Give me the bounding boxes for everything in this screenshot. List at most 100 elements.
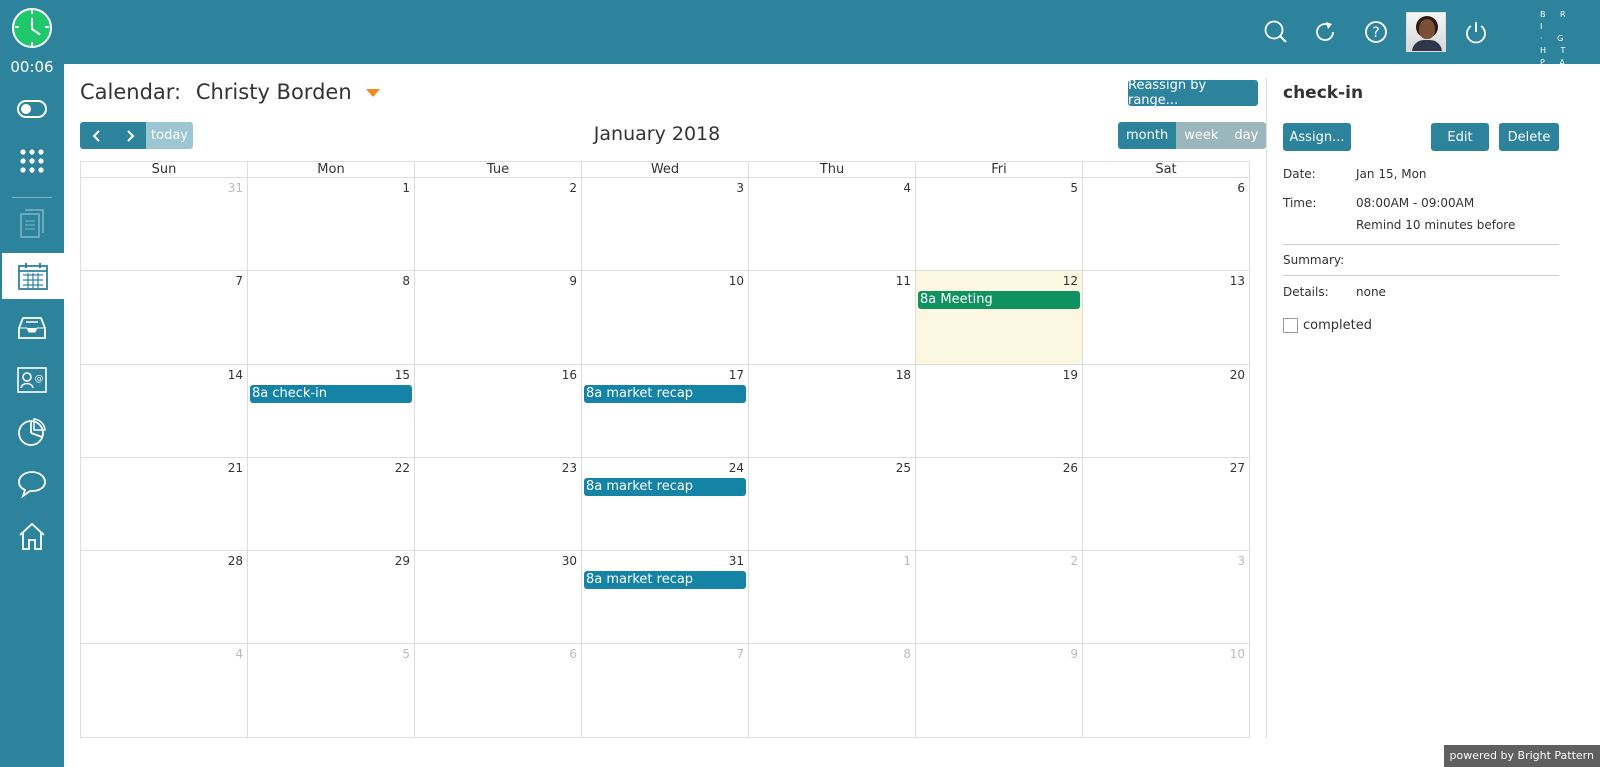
day-cell[interactable]: 7 [81,271,248,365]
calendar-event[interactable]: 8a market recap [584,384,746,403]
documents-icon[interactable] [0,201,64,247]
powered-by-footer: powered by Bright Pattern [1443,745,1600,767]
day-cell[interactable]: 9 [916,644,1083,738]
day-number: 21 [227,460,243,475]
day-number: 5 [402,647,410,662]
inbox-icon[interactable] [0,305,64,351]
day-cell[interactable]: 31 [81,178,248,272]
day-number: 11 [895,274,911,289]
day-cell[interactable]: 12 8a Meeting [916,271,1083,365]
edit-button[interactable]: Edit [1431,123,1489,151]
dialpad-icon[interactable] [0,138,64,184]
day-cell[interactable]: 23 [415,457,582,552]
completed-checkbox[interactable] [1283,318,1298,333]
session-timer: 00:06 [10,58,54,76]
day-cell[interactable]: 8 [749,644,916,738]
refresh-icon[interactable] [1306,12,1346,52]
day-cell[interactable]: 27 [1083,457,1250,552]
day-cell[interactable]: 1 [248,178,415,272]
day-number: 18 [895,367,911,382]
details-label: Details: [1283,285,1329,299]
day-number: 30 [561,554,577,569]
day-cell[interactable]: 8 [248,271,415,365]
day-cell[interactable]: 1 [749,551,916,645]
contacts-icon[interactable]: @ [0,357,64,403]
weekday-label: Thu [749,162,916,178]
svg-text:@: @ [35,374,44,384]
day-cell[interactable]: 6 [415,644,582,738]
day-cell[interactable]: 5 [916,178,1083,272]
chat-icon[interactable] [0,461,64,507]
day-cell[interactable]: 11 [749,271,916,365]
day-cell[interactable]: 4 [81,644,248,738]
day-cell[interactable]: 22 [248,457,415,552]
day-number: 19 [1062,367,1078,382]
calendar-event[interactable]: 8a market recap [584,571,746,590]
day-cell[interactable]: 20 [1083,364,1250,458]
assign-button[interactable]: Assign... [1283,123,1351,151]
home-icon[interactable] [0,513,64,559]
week-row: 4 5 6 7 8 9 10 [81,644,1250,738]
day-cell[interactable]: 2 [916,551,1083,645]
day-cell[interactable]: 24 8a market recap [582,457,749,552]
day-cell[interactable]: 30 [415,551,582,645]
day-cell[interactable]: 28 [81,551,248,645]
day-number: 4 [235,647,243,662]
day-cell[interactable]: 6 [1083,178,1250,272]
day-cell[interactable]: 3 [582,178,749,272]
day-cell[interactable]: 26 [916,457,1083,552]
reports-icon[interactable] [0,409,64,455]
day-cell[interactable]: 2 [415,178,582,272]
day-cell[interactable]: 5 [248,644,415,738]
day-cell[interactable]: 14 [81,364,248,458]
search-icon[interactable] [1256,12,1296,52]
status-toggle-icon[interactable] [0,86,64,132]
day-cell[interactable]: 15 8a check-in [248,364,415,458]
day-cell[interactable]: 16 [415,364,582,458]
day-cell[interactable]: 10 [1083,644,1250,738]
day-cell[interactable]: 3 [1083,551,1250,645]
day-number: 29 [394,554,410,569]
calendar-owner[interactable]: Christy Borden [196,80,352,104]
day-number: 3 [736,181,744,195]
reassign-by-range-button[interactable]: Reassign by range... [1128,78,1258,108]
left-sidebar: @ 00:06 [0,58,64,767]
day-number: 3 [1237,554,1245,569]
calendar-event[interactable]: 8a market recap [584,477,746,496]
details-value: none [1356,285,1386,299]
day-cell[interactable]: 10 [582,271,749,365]
day-cell[interactable]: 4 [749,178,916,272]
day-cell[interactable]: 13 [1083,271,1250,365]
week-row: 28 29 30 31 8a market recap 1 2 3 [81,551,1250,645]
calendar-icon[interactable] [2,253,64,299]
day-number: 16 [561,367,577,382]
day-number: 6 [569,647,577,662]
sidebar-divider [12,197,52,198]
calendar-event[interactable]: 8a Meeting [918,291,1080,310]
view-day-button[interactable]: day [1226,122,1267,149]
view-month-button[interactable]: month [1118,122,1177,149]
avatar[interactable] [1406,12,1446,52]
delete-button[interactable]: Delete [1499,123,1559,151]
day-cell[interactable]: 25 [749,457,916,552]
power-icon[interactable] [1456,12,1496,52]
day-number: 1 [402,181,410,195]
day-cell[interactable]: 29 [248,551,415,645]
calendar-main: Calendar: Christy Borden Reassign by ran… [64,64,1286,767]
view-week-button[interactable]: week [1176,122,1227,149]
day-cell[interactable]: 9 [415,271,582,365]
day-cell[interactable]: 17 8a market recap [582,364,749,458]
day-cell[interactable]: 19 [916,364,1083,458]
calendar-event[interactable]: 8a check-in [250,384,412,403]
divider [1283,244,1559,245]
day-cell[interactable]: 21 [81,457,248,552]
week-row: 21 22 23 24 8a market recap 25 26 27 [81,457,1250,552]
day-cell[interactable]: 31 8a market recap [582,551,749,645]
day-cell[interactable]: 18 [749,364,916,458]
chevron-down-icon[interactable] [366,89,381,97]
day-number: 2 [1070,554,1078,569]
clock-icon[interactable] [12,8,52,48]
day-cell[interactable]: 7 [582,644,749,738]
weekday-header: Sun Mon Tue Wed Thu Fri Sat [81,162,1250,178]
help-icon[interactable]: ? [1356,12,1396,52]
